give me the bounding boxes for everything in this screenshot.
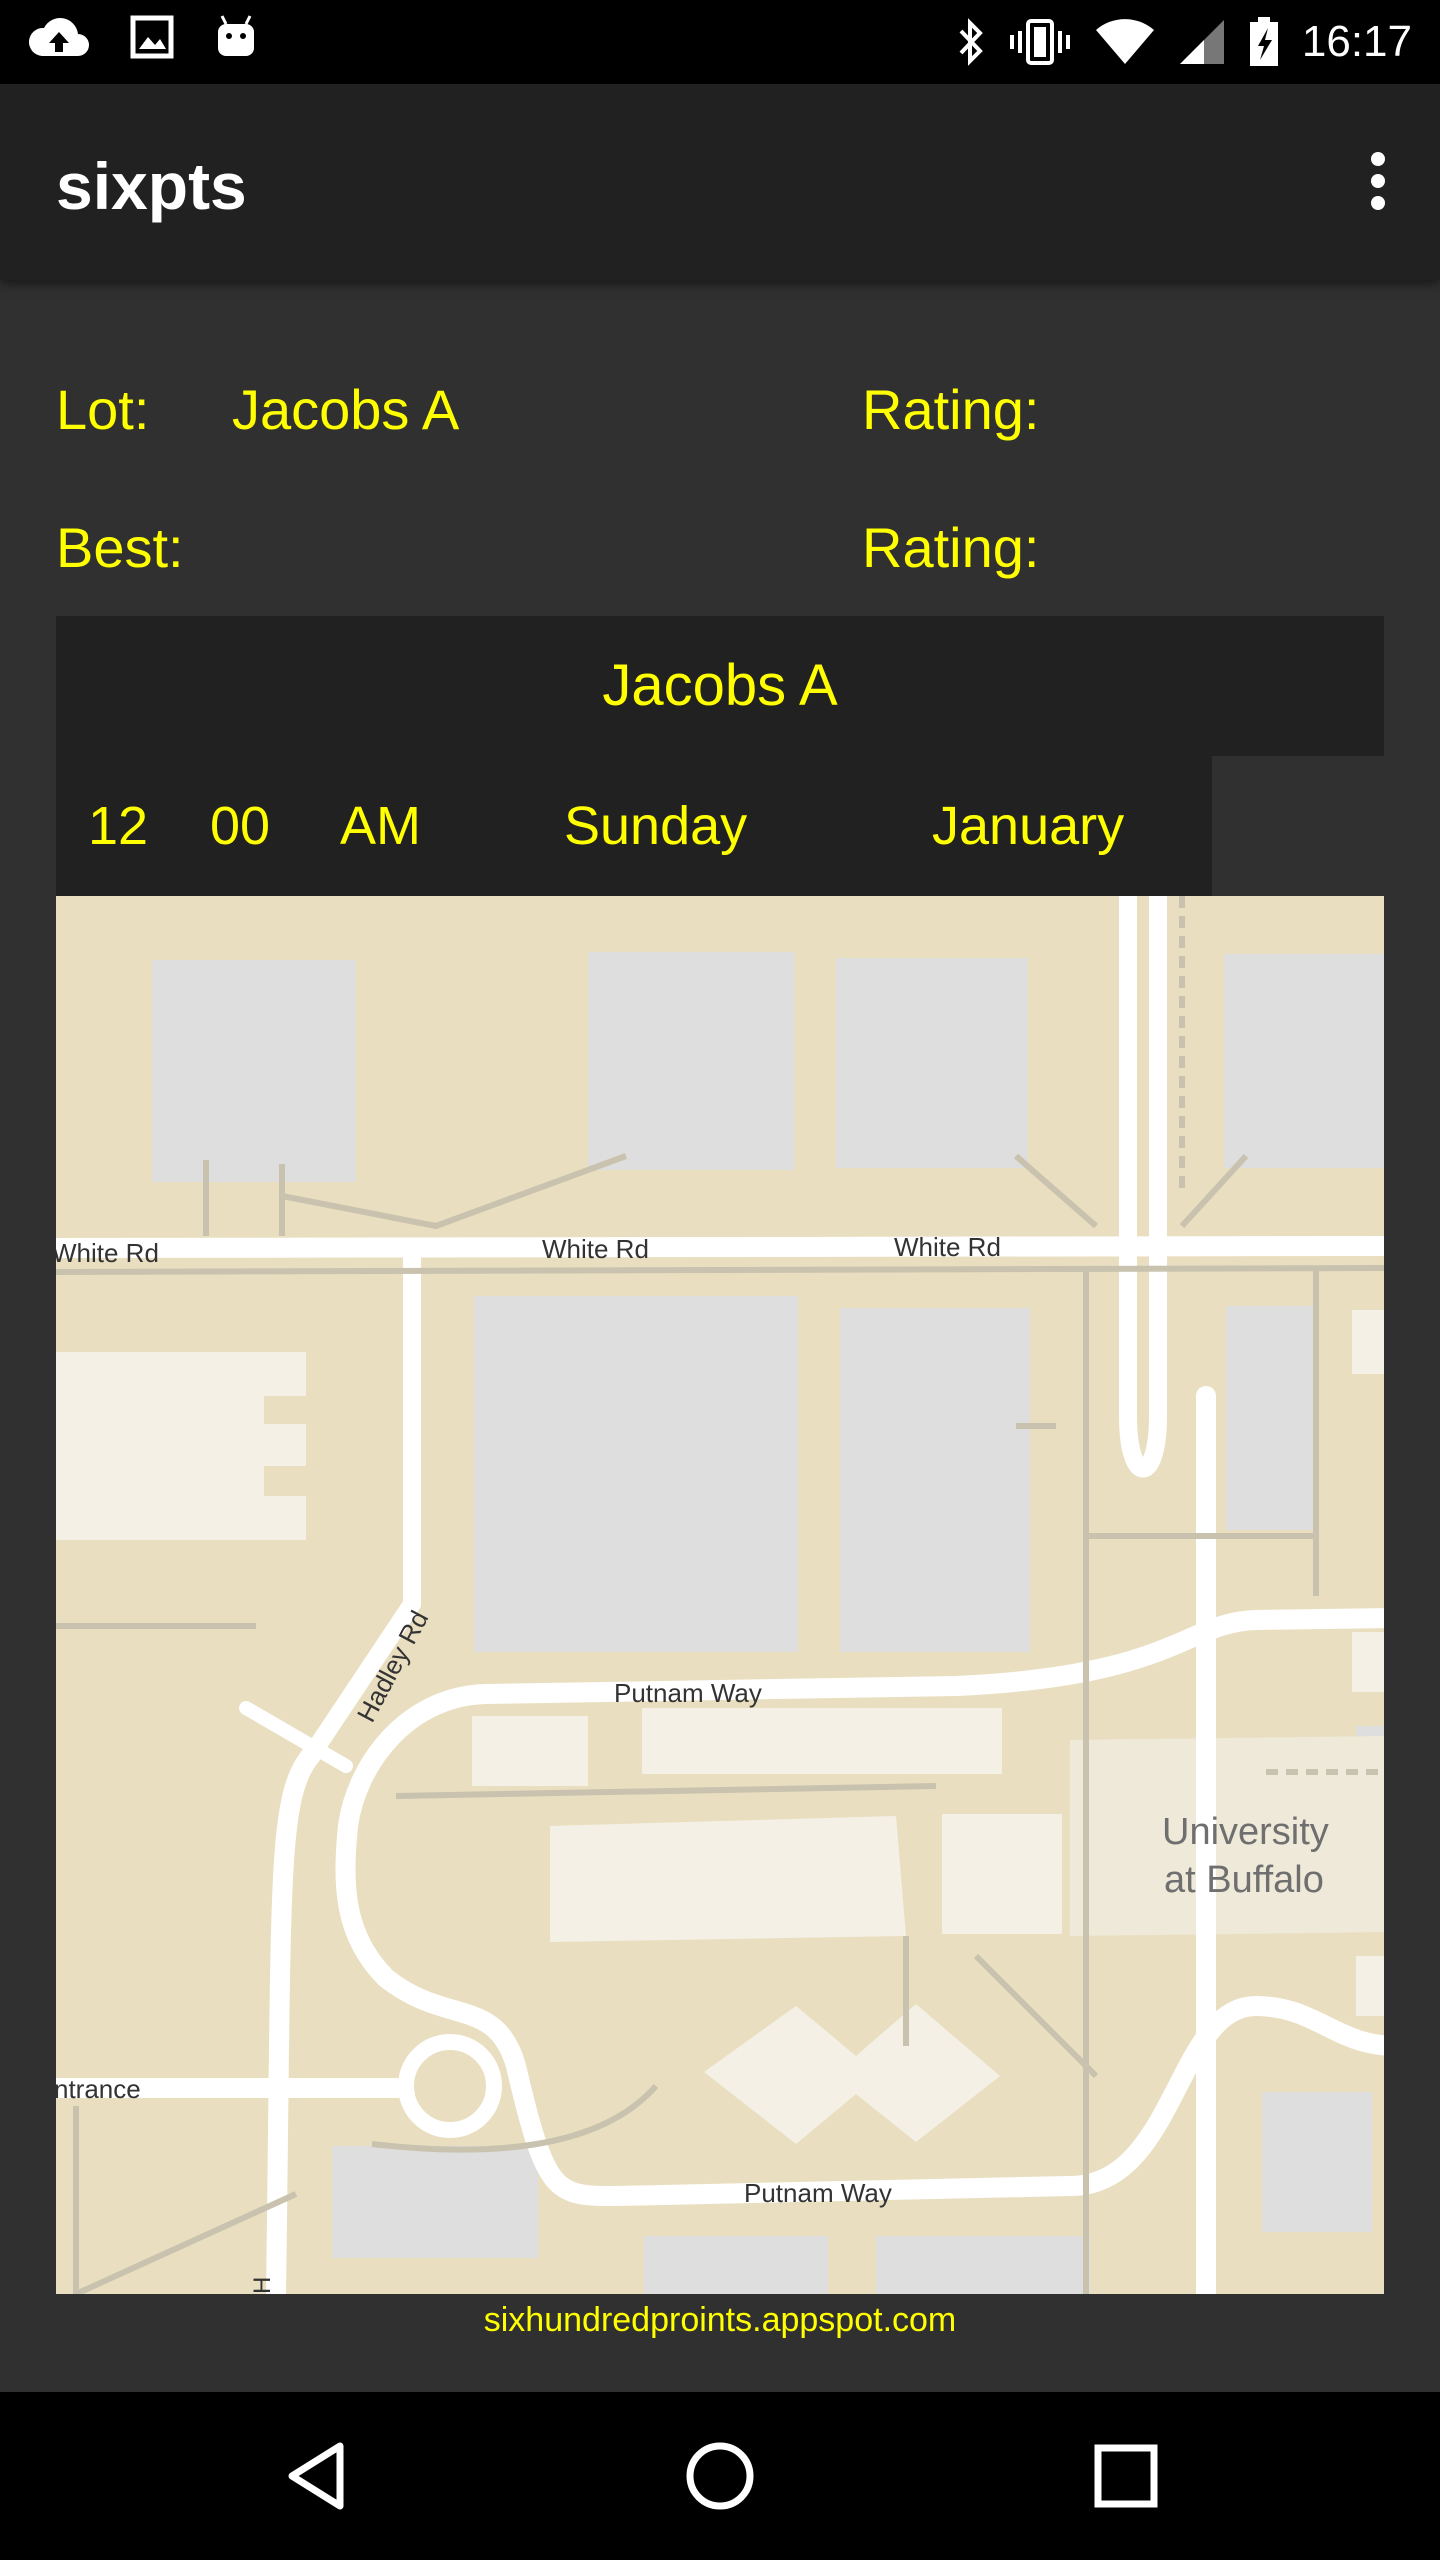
month-spinner[interactable]: January — [932, 756, 1124, 896]
parking-lot — [836, 958, 1028, 1168]
day-spinner[interactable]: Sunday — [564, 756, 747, 896]
parking-lot — [876, 2236, 1090, 2294]
rating-label-best: Rating: — [862, 516, 1040, 579]
android-icon — [214, 14, 258, 60]
map-label-putnam-way: Putnam Way — [744, 2178, 892, 2208]
campus-map[interactable]: White Rd White Rd White Rd Hadley Rd Put… — [56, 896, 1384, 2294]
app-bar: sixpts — [0, 84, 1440, 280]
map-label-white-rd: White Rd — [542, 1234, 649, 1264]
ampm-spinner[interactable]: AM — [340, 756, 421, 896]
app-title: sixpts — [56, 149, 247, 223]
lot-value: Jacobs A — [232, 378, 460, 441]
bluetooth-icon — [956, 17, 986, 67]
footer-link[interactable]: sixhundredproints.appspot.com — [0, 2296, 1440, 2344]
recents-icon[interactable] — [1084, 2434, 1168, 2518]
lot-label: Lot: — [56, 378, 150, 441]
rating-label-current: Rating: — [862, 378, 1040, 441]
map-label-white-rd: White Rd — [894, 1232, 1001, 1262]
nav-bar — [0, 2392, 1440, 2560]
map-label-entrance: ntrance — [56, 2074, 141, 2104]
cell-signal-icon — [1178, 18, 1226, 66]
map-label-white-rd: White Rd — [56, 1238, 159, 1268]
parking-lot — [1262, 2092, 1372, 2232]
back-icon[interactable] — [276, 2434, 360, 2518]
map-label-university: at Buffalo — [1164, 1859, 1324, 1901]
wifi-icon — [1094, 18, 1156, 66]
time-selector: 12 00 AM Sunday January — [56, 756, 1212, 896]
map-label-h: H — [249, 2277, 276, 2294]
lot-title-spinner[interactable]: Jacobs A — [56, 616, 1384, 756]
map-label-university: University — [1162, 1811, 1329, 1853]
status-bar: 16:17 — [0, 0, 1440, 84]
parking-lot — [644, 2236, 828, 2294]
overflow-menu-icon[interactable] — [1356, 144, 1400, 224]
parking-lot — [588, 952, 794, 1170]
vibrate-icon — [1008, 17, 1072, 67]
status-time: 16:17 — [1301, 17, 1412, 66]
image-icon — [130, 15, 174, 59]
parking-lot — [332, 2146, 538, 2258]
hour-spinner[interactable]: 12 — [88, 756, 148, 896]
parking-lot — [840, 1308, 1030, 1652]
minute-spinner[interactable]: 00 — [210, 756, 270, 896]
parking-lot — [1226, 1306, 1316, 1530]
best-label: Best: — [56, 516, 184, 579]
parking-lot — [152, 960, 356, 1182]
parking-lot-jacobs-a — [474, 1296, 798, 1652]
cloud-upload-icon — [28, 14, 90, 60]
battery-icon — [1248, 16, 1280, 68]
map-label-putnam-way: Putnam Way — [614, 1678, 762, 1708]
parking-lot — [1224, 954, 1384, 1168]
home-icon[interactable] — [678, 2434, 762, 2518]
